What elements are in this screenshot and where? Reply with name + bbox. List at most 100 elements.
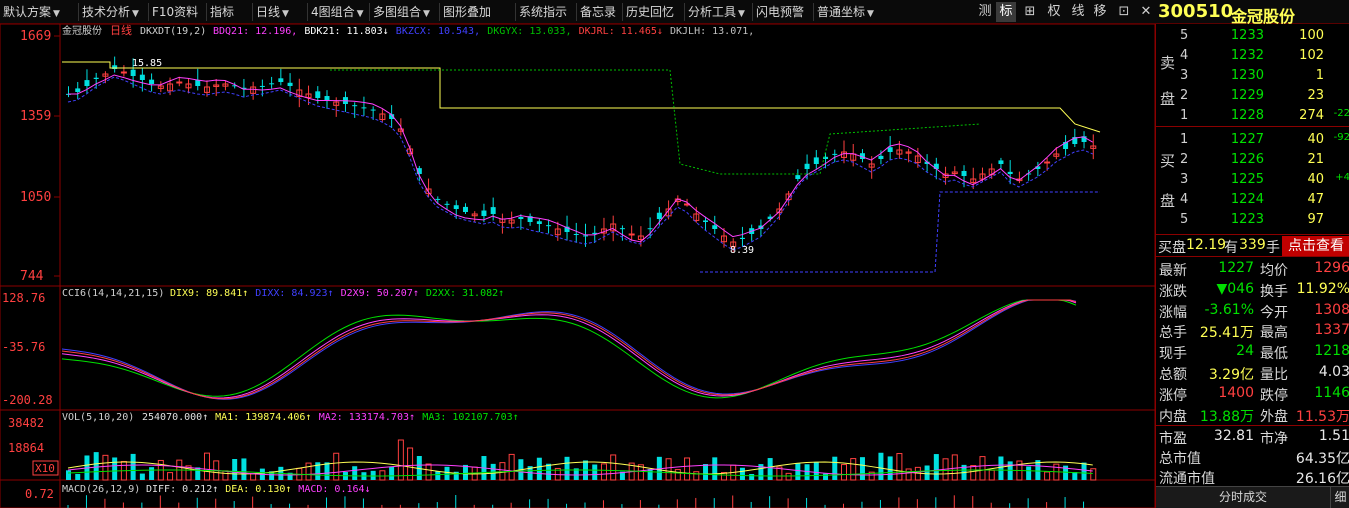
volume-bar [546,463,552,480]
ask-row[interactable]: 5 1233 100 [1156,26,1349,46]
bid-row[interactable]: 4 1224 47 [1156,190,1349,210]
candle-body [259,85,265,87]
y-axis-label: -200.28 [2,393,53,407]
toolbar-item-11[interactable]: 分析工具 ▼ [688,3,745,21]
volume-bar [167,472,174,481]
toolbar-right-button-6[interactable]: ⊡ [1114,2,1134,22]
candle-body [998,160,1004,164]
candle-body [481,210,487,216]
indicator-value: DKJLH: 13.071, [670,26,754,37]
bid-row[interactable]: 5 1223 97 [1156,210,1349,230]
ask-row[interactable]: 2 1229 23 [1156,86,1349,106]
volume-bar [102,454,109,481]
toolbar-right-button-4[interactable]: 线 [1068,2,1088,22]
chart-area[interactable]: 1669 1359 1050 744 128.76 -35.76 -200.28 38482 1… [0,24,1155,508]
toolbar-right-button-7[interactable]: ✕ [1136,2,1156,22]
bid-level: 1 [1180,132,1189,147]
quote-label: 涨幅 [1159,304,1187,321]
toolbar-right-button-5[interactable]: 移 [1090,2,1110,22]
toolbar-item-6[interactable]: 多图组合 ▼ [373,3,430,21]
volume-bar [444,466,450,480]
detail-tab[interactable]: 细 [1330,486,1349,508]
toolbar-separator [369,3,370,21]
toolbar-item-label: F10资料 [152,5,199,19]
volume-bar [66,470,71,480]
buy-notice-unit: 手 [1266,240,1280,256]
volume-bar [1072,472,1078,480]
quote-value: 24 [1236,343,1254,360]
ask-price: 1229 [1230,88,1264,103]
toolbar-right-button-3[interactable]: 权 [1044,2,1064,22]
view-button[interactable]: 点击查看 [1282,236,1349,256]
volume-bar [749,473,755,480]
toolbar-item-label: 默认方案 [3,5,52,19]
volume-bar [462,464,468,480]
volume-bar [610,454,617,481]
toolbar-item-label: 闪电预警 [756,5,805,19]
ask-row[interactable]: 1 1228 274 -22 [1156,106,1349,126]
toolbar-separator [206,3,207,21]
toolbar-item-8[interactable]: 系统指示 [519,3,567,21]
toolbar-item-2[interactable]: F10资料 [152,3,198,21]
cci-d2x9-line [61,299,1077,399]
indicator-value: MA2: 133174.703↑ [319,412,415,423]
volume-bar [951,454,958,481]
toolbar-item-4[interactable]: 日线 ▼ [256,3,289,21]
candle-body [795,175,801,179]
quote-label: 外盘 [1260,408,1288,425]
ask-row[interactable]: 4 1232 102 [1156,46,1349,66]
volume-bar [536,457,542,480]
volume-bar [841,464,847,481]
indicator-value: BKZCX: 10.543, [396,26,480,37]
toolbar-item-label: 指标 [210,5,235,19]
volume-bar [665,458,672,481]
toolbar-item-label: 系统指示 [519,5,568,19]
bid-level: 2 [1180,152,1189,167]
volume-bar [195,467,201,480]
bid-price: 1226 [1230,152,1264,167]
bid-row[interactable]: 3 1225 40 +4 [1156,170,1349,190]
candle-body [278,78,284,82]
y-axis-label: 744 [20,269,44,284]
toolbar-item-12[interactable]: 闪电预警 [756,3,804,21]
ask-volume: 274 [1299,108,1324,123]
toolbar-right-button-0[interactable]: 测 [975,2,995,22]
indicator-value: 254070.000↑ [142,412,208,423]
quote-value: 1308 [1314,301,1349,318]
candle-body [933,163,939,169]
toolbar-item-3[interactable]: 指标 [210,3,234,21]
toolbar-item-13[interactable]: 普通坐标 ▼ [817,3,874,21]
toolbar-item-9[interactable]: 备忘录 [580,3,616,21]
toolbar-item-10[interactable]: 历史回忆 [626,3,674,21]
trades-tab[interactable]: 分时成交 [1156,486,1330,508]
quote-label: 今开 [1260,304,1288,321]
volume-bar [564,456,570,480]
candle-body [656,212,662,219]
bid-row[interactable]: 1 1227 40 -92 [1156,130,1349,150]
ask-volume: 100 [1299,28,1324,43]
bid-change: -92 [1333,132,1349,143]
toolbar-item-5[interactable]: 4图组合 ▼ [311,3,364,21]
volume-bar [924,465,930,480]
toolbar-item-7[interactable]: 图形叠加 [443,3,491,21]
quote-value: 1296 [1314,260,1349,276]
toolbar-item-1[interactable]: 技术分析 ▼ [82,3,139,21]
toolbar-right-button-1[interactable]: 标 [996,2,1016,22]
quote-value: 11.92% [1296,280,1349,297]
indicator-value: DKJRL: 11.465↓ [579,26,663,37]
ask-volume: 1 [1315,68,1324,83]
volume-bar [739,467,745,480]
bid-row[interactable]: 2 1226 21 [1156,150,1349,170]
indicator-name: MACD(26,12,9) [62,484,140,495]
toolbar-item-0[interactable]: 默认方案 ▼ [3,3,60,21]
bid-price: 1225 [1230,172,1264,187]
toolbar-separator [307,3,308,21]
volume-bar [1081,462,1087,480]
chevron-down-icon: ▼ [356,9,364,19]
volume-bar [850,458,857,481]
ask-price: 1233 [1230,28,1264,43]
toolbar-right-button-2[interactable]: ⊞ [1020,2,1040,22]
volume-bar [112,457,118,480]
ask-row[interactable]: 3 1230 1 [1156,66,1349,86]
candle-body [804,163,810,169]
